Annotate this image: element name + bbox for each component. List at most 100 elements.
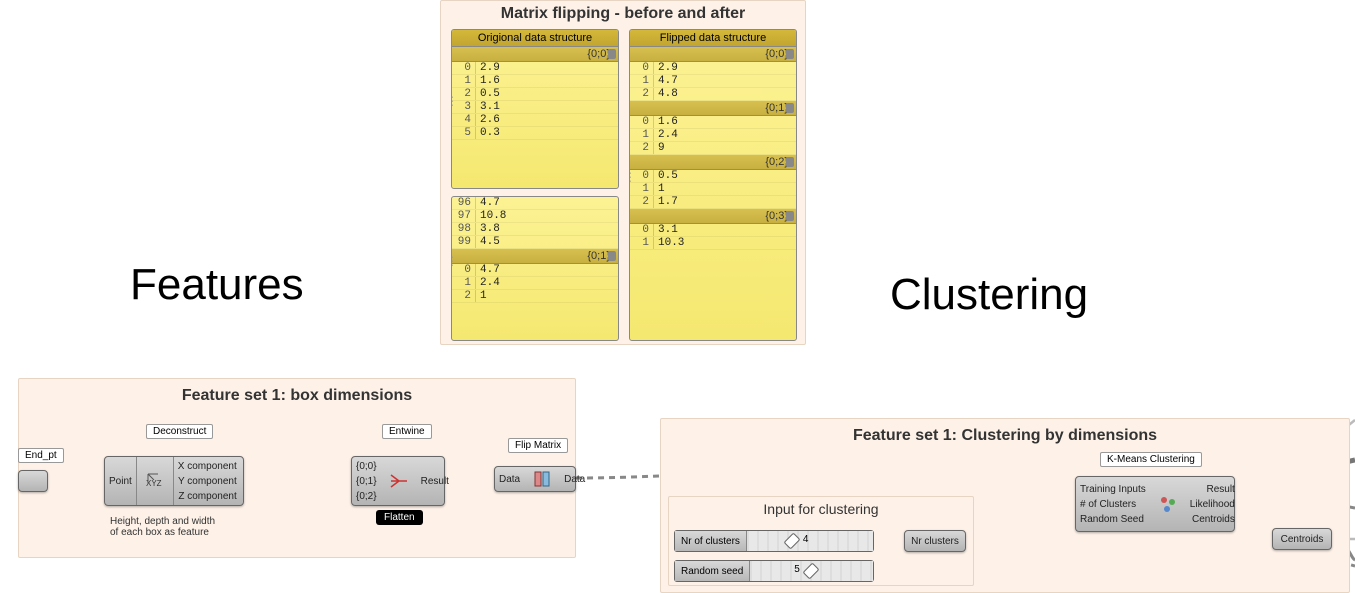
- panel-original-top[interactable]: Origional data structure {0;0} 02.9 11.6…: [451, 29, 619, 189]
- slider-random-seed[interactable]: Random seed 5: [674, 560, 874, 582]
- cell-idx: 4: [452, 114, 476, 126]
- xyz-icon: XYZ: [143, 469, 167, 493]
- slider-nr-clusters[interactable]: Nr of clusters 4: [674, 530, 874, 552]
- cell-val: 4.8: [654, 88, 678, 100]
- cell-idx: 96: [452, 197, 476, 209]
- cell-idx: 1: [630, 129, 654, 141]
- path-original-01: {0;1}: [452, 249, 618, 264]
- path-flipped-03: {0;3}: [630, 209, 796, 224]
- nr-clusters-component[interactable]: Nr clusters: [904, 530, 966, 552]
- cell-val: 2.9: [476, 62, 500, 74]
- kmeans-label: K-Means Clustering: [1100, 452, 1202, 467]
- flip-matrix-icon: [530, 467, 554, 491]
- port-01[interactable]: {0;1}: [352, 474, 381, 489]
- port-seed[interactable]: Random Seed: [1076, 512, 1150, 527]
- port-z[interactable]: Z component: [174, 489, 241, 504]
- port-centroids-out[interactable]: Centroids: [1186, 512, 1239, 527]
- port-point[interactable]: Point: [105, 474, 136, 489]
- port-result-out[interactable]: Result: [1186, 482, 1239, 497]
- end-pt-component[interactable]: [18, 470, 48, 492]
- panel-grip-icon[interactable]: [451, 94, 452, 124]
- feature-group-title: Feature set 1: box dimensions: [19, 379, 575, 409]
- clustering-heading: Clustering: [890, 270, 1088, 320]
- cell-val: 3.1: [476, 101, 500, 113]
- panel-original-header: Origional data structure: [452, 30, 618, 47]
- kmeans-component[interactable]: Training Inputs # of Clusters Random See…: [1075, 476, 1235, 532]
- flatten-tag: Flatten: [376, 510, 423, 525]
- port-data-in[interactable]: Data: [495, 472, 524, 487]
- port-00[interactable]: {0;0}: [352, 459, 381, 474]
- cluster-group-title: Feature set 1: Clustering by dimensions: [661, 419, 1349, 449]
- cell-idx: 2: [630, 88, 654, 100]
- panel-flipped-header: Flipped data structure: [630, 30, 796, 47]
- nr-clusters-label: Nr clusters: [907, 534, 963, 549]
- cell-idx: 98: [452, 223, 476, 235]
- cell-val: 9: [654, 142, 665, 154]
- cell-idx: 1: [630, 237, 654, 249]
- port-data-out[interactable]: Data: [560, 472, 589, 487]
- group-feature-set-1[interactable]: Feature set 1: box dimensions: [18, 378, 576, 558]
- port-result[interactable]: Result: [417, 474, 453, 489]
- cell-val: 4.7: [476, 197, 500, 209]
- cell-val: 3.1: [654, 224, 678, 236]
- entwine-label: Entwine: [382, 424, 432, 439]
- slider-value-nr-clusters: 4: [803, 534, 809, 545]
- slider-label-nr-clusters: Nr of clusters: [675, 531, 747, 551]
- path-flipped-00: {0;0}: [630, 47, 796, 62]
- cell-val: 10.8: [476, 210, 506, 222]
- cell-val: 1: [476, 290, 487, 302]
- cell-idx: 1: [452, 277, 476, 289]
- cell-idx: 2: [630, 142, 654, 154]
- cell-idx: 2: [630, 196, 654, 208]
- panel-flipped[interactable]: Flipped data structure {0;0} 02.9 14.7 2…: [629, 29, 797, 341]
- flip-matrix-component[interactable]: Data Data: [494, 466, 576, 492]
- cell-idx: 0: [452, 62, 476, 74]
- cell-idx: 1: [630, 75, 654, 87]
- slider-label-random-seed: Random seed: [675, 561, 750, 581]
- deconstruct-label: Deconstruct: [146, 424, 213, 439]
- cell-val: 10.3: [654, 237, 684, 249]
- panel-grip-icon[interactable]: [618, 254, 619, 284]
- port-02[interactable]: {0;2}: [352, 489, 381, 504]
- group-matrix-flipping[interactable]: Matrix flipping - before and after Origi…: [440, 0, 806, 345]
- cell-val: 0.5: [654, 170, 678, 182]
- path-flipped-01: {0;1}: [630, 101, 796, 116]
- cell-val: 2.4: [654, 129, 678, 141]
- cell-idx: 5: [452, 127, 476, 139]
- cell-val: 1.7: [654, 196, 678, 208]
- cell-idx: 1: [630, 183, 654, 195]
- panel-grip-icon[interactable]: [618, 94, 619, 124]
- path-original-00: {0;0}: [452, 47, 618, 62]
- cell-idx: 99: [452, 236, 476, 248]
- centroids-label: Centroids: [1277, 532, 1328, 547]
- cell-val: 1.6: [476, 75, 500, 87]
- cell-idx: 1: [452, 75, 476, 87]
- cell-idx: 97: [452, 210, 476, 222]
- cell-idx: 2: [452, 290, 476, 302]
- deconstruct-component[interactable]: Point XYZ X component Y component Z comp…: [104, 456, 244, 506]
- cell-val: 4.7: [654, 75, 678, 87]
- panel-original-bottom[interactable]: 964.7 9710.8 983.8 994.5 {0;1} 04.7 12.4…: [451, 196, 619, 341]
- panel-grip-icon[interactable]: [451, 254, 452, 284]
- panel-grip-icon[interactable]: [629, 170, 630, 200]
- port-x[interactable]: X component: [174, 459, 241, 474]
- cell-val: 3.8: [476, 223, 500, 235]
- entwine-icon: [387, 469, 411, 493]
- entwine-component[interactable]: {0;0} {0;1} {0;2} Result: [351, 456, 445, 506]
- kmeans-icon: [1156, 492, 1180, 516]
- panel-grip-icon[interactable]: [796, 170, 797, 200]
- slider-value-random-seed: 5: [794, 564, 800, 575]
- flip-matrix-label: Flip Matrix: [508, 438, 568, 453]
- port-nclusters[interactable]: # of Clusters: [1076, 497, 1150, 512]
- cell-val: 4.7: [476, 264, 500, 276]
- cell-val: 0.3: [476, 127, 500, 139]
- centroids-component[interactable]: Centroids: [1272, 528, 1332, 550]
- cell-val: 2.6: [476, 114, 500, 126]
- cell-val: 4.5: [476, 236, 500, 248]
- port-y[interactable]: Y component: [174, 474, 241, 489]
- group-matrix-title: Matrix flipping - before and after: [441, 1, 805, 27]
- port-likelihood[interactable]: Likelihood: [1186, 497, 1239, 512]
- port-training[interactable]: Training Inputs: [1076, 482, 1150, 497]
- cell-idx: 0: [630, 116, 654, 128]
- cell-val: 2.4: [476, 277, 500, 289]
